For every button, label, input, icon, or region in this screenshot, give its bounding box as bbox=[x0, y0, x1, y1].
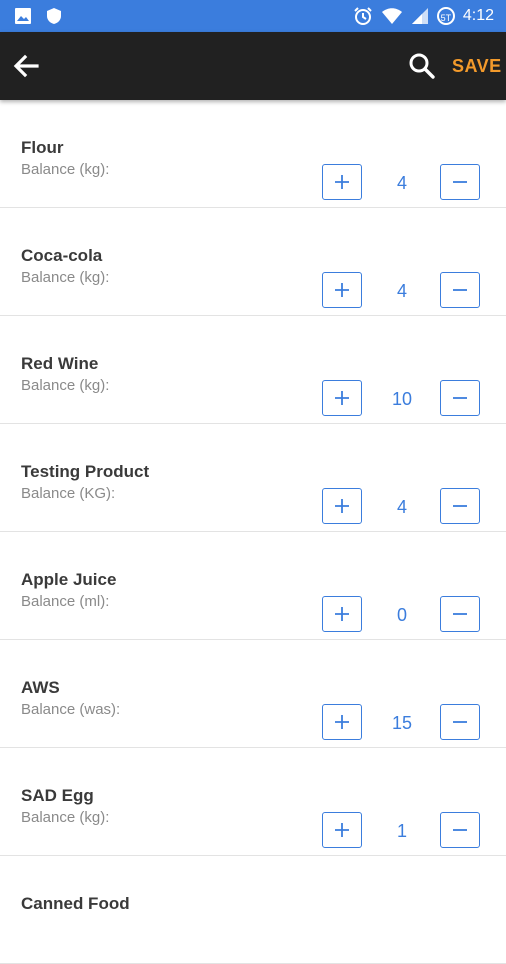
decrement-button[interactable] bbox=[440, 380, 480, 416]
minus-icon bbox=[453, 397, 467, 399]
balance-label: Balance (KG): bbox=[21, 485, 116, 502]
quantity-value: 10 bbox=[391, 389, 413, 409]
balance-label: Balance (ml): bbox=[21, 593, 110, 610]
search-button[interactable] bbox=[408, 52, 438, 82]
plus-icon bbox=[335, 715, 349, 729]
balance-label: Balance (kg): bbox=[21, 161, 110, 178]
list-item: Red Wine Balance (kg): 10 bbox=[0, 316, 506, 424]
item-name: AWS bbox=[21, 678, 60, 697]
increment-button[interactable] bbox=[322, 704, 362, 740]
alarm-icon bbox=[354, 7, 372, 25]
app-bar: SAVE bbox=[0, 32, 506, 100]
quantity-value: 4 bbox=[396, 173, 407, 193]
network-badge: 5T bbox=[436, 7, 455, 25]
increment-button[interactable] bbox=[322, 488, 362, 524]
status-bar: 5T 4:12 bbox=[0, 0, 506, 32]
increment-button[interactable] bbox=[322, 272, 362, 308]
save-button[interactable]: SAVE bbox=[452, 56, 502, 77]
balance-label: Balance (was): bbox=[21, 701, 121, 718]
arrow-left-icon bbox=[13, 54, 39, 78]
list-item: Apple Juice Balance (ml): 0 bbox=[0, 532, 506, 640]
increment-button[interactable] bbox=[322, 596, 362, 632]
decrement-button[interactable] bbox=[440, 812, 480, 848]
item-name: SAD Egg bbox=[21, 786, 94, 805]
search-icon bbox=[409, 53, 435, 79]
item-name: Apple Juice bbox=[21, 570, 117, 589]
list-item: AWS Balance (was): 15 bbox=[0, 640, 506, 748]
minus-icon bbox=[453, 829, 467, 831]
minus-icon bbox=[453, 289, 467, 291]
shield-icon bbox=[47, 8, 61, 24]
decrement-button[interactable] bbox=[440, 596, 480, 632]
list-item: Coca-cola Balance (kg): 4 bbox=[0, 208, 506, 316]
status-time: 4:12 bbox=[462, 7, 494, 24]
decrement-button[interactable] bbox=[440, 704, 480, 740]
quantity-value: 0 bbox=[396, 605, 407, 625]
quantity-value: 1 bbox=[396, 821, 407, 841]
item-name: Testing Product bbox=[21, 462, 150, 481]
minus-icon bbox=[453, 505, 467, 507]
status-left-icons bbox=[14, 7, 62, 25]
product-list: Flour Balance (kg): 4 Coca-cola Balance (kg)… bbox=[0, 100, 506, 964]
plus-icon bbox=[335, 175, 349, 189]
quantity-value: 4 bbox=[396, 497, 407, 517]
item-name: Canned Food bbox=[21, 894, 130, 913]
plus-icon bbox=[335, 607, 349, 621]
signal-icon bbox=[411, 8, 428, 24]
plus-icon bbox=[335, 499, 349, 513]
quantity-value: 15 bbox=[391, 713, 413, 733]
wifi-icon bbox=[381, 8, 402, 24]
balance-label: Balance (kg): bbox=[21, 377, 110, 394]
balance-label: Balance (kg): bbox=[21, 809, 110, 826]
back-button[interactable] bbox=[12, 52, 42, 80]
list-item: Testing Product Balance (KG): 4 bbox=[0, 424, 506, 532]
item-name: Flour bbox=[21, 138, 64, 157]
decrement-button[interactable] bbox=[440, 488, 480, 524]
plus-icon bbox=[335, 823, 349, 837]
increment-button[interactable] bbox=[322, 812, 362, 848]
increment-button[interactable] bbox=[322, 380, 362, 416]
list-item: Flour Balance (kg): 4 bbox=[0, 100, 506, 208]
decrement-button[interactable] bbox=[440, 164, 480, 200]
balance-label: Balance (kg): bbox=[21, 269, 110, 286]
item-name: Coca-cola bbox=[21, 246, 103, 265]
item-name: Red Wine bbox=[21, 354, 99, 373]
minus-icon bbox=[453, 181, 467, 183]
list-item: Canned Food bbox=[0, 856, 506, 964]
quantity-value: 4 bbox=[396, 281, 407, 301]
increment-button[interactable] bbox=[322, 164, 362, 200]
decrement-button[interactable] bbox=[440, 272, 480, 308]
plus-icon bbox=[335, 391, 349, 405]
plus-icon bbox=[335, 283, 349, 297]
list-item: SAD Egg Balance (kg): 1 bbox=[0, 748, 506, 856]
status-right-icons: 5T 4:12 bbox=[353, 6, 494, 26]
minus-icon bbox=[453, 721, 467, 723]
minus-icon bbox=[453, 613, 467, 615]
image-icon bbox=[15, 8, 31, 24]
